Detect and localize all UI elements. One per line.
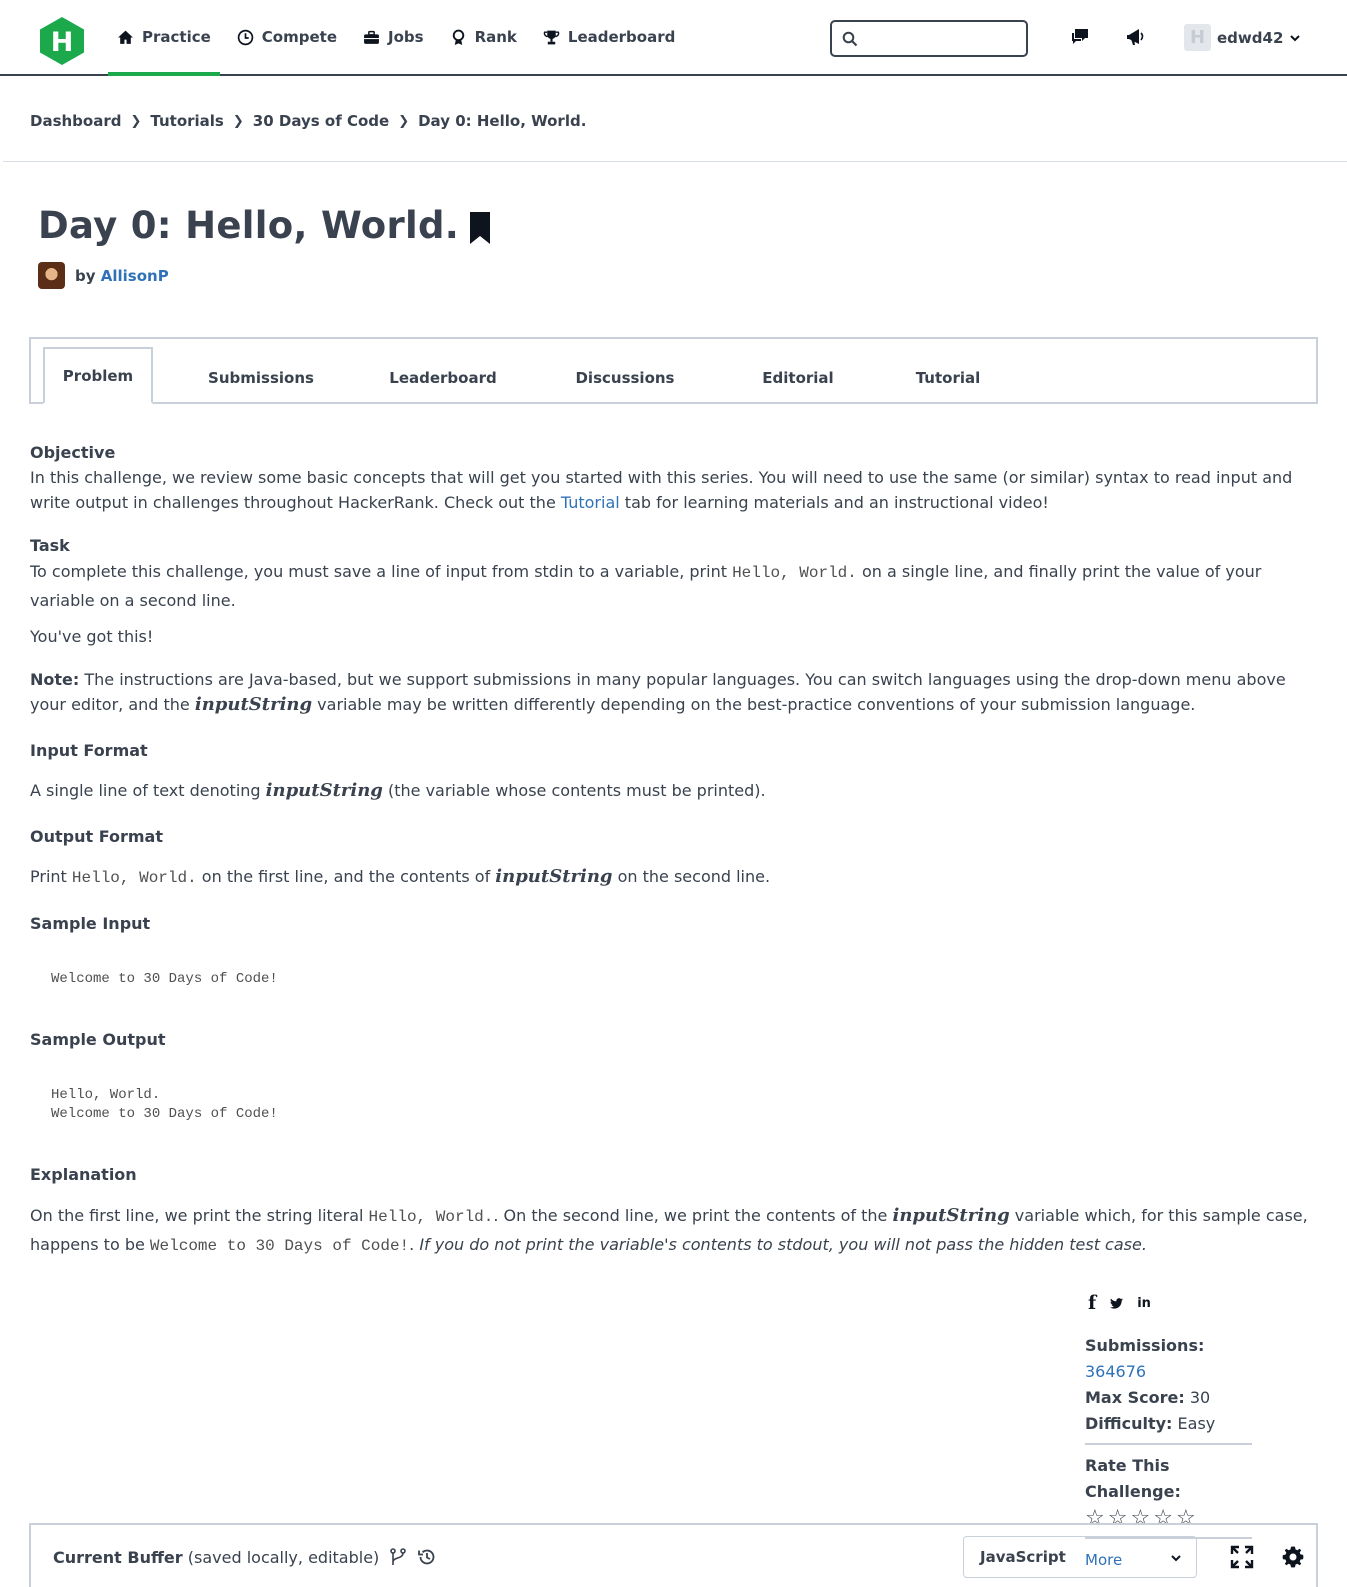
- nav-jobs-label: Jobs: [388, 28, 424, 46]
- svg-text:H: H: [51, 27, 74, 58]
- objective-heading: Objective: [30, 443, 116, 462]
- facebook-icon[interactable]: f: [1088, 1292, 1096, 1314]
- search-input[interactable]: [866, 27, 1016, 51]
- bookmark-icon[interactable]: [469, 211, 491, 245]
- difficulty-stat: Difficulty: Easy: [1085, 1414, 1216, 1433]
- input-format-heading: Input Format: [30, 741, 148, 760]
- hackerrank-logo[interactable]: H: [39, 16, 85, 66]
- author-line: by AllisonP: [38, 262, 169, 289]
- nav-jobs[interactable]: Jobs: [354, 0, 433, 74]
- breadcrumb-30-days[interactable]: 30 Days of Code: [253, 112, 389, 130]
- input-format-text: A single line of text denoting inputStri…: [30, 780, 766, 801]
- language-select[interactable]: JavaScript: [963, 1536, 1197, 1578]
- divider: [3, 161, 1347, 162]
- encouragement-text: You've got this!: [30, 627, 154, 646]
- buffer-label: Current Buffer (saved locally, editable): [53, 1547, 437, 1567]
- max-score-stat: Max Score: 30: [1085, 1388, 1211, 1407]
- task-heading: Task: [30, 536, 70, 555]
- tab-editorial[interactable]: Editorial: [743, 349, 853, 406]
- twitter-icon[interactable]: [1110, 1297, 1124, 1309]
- page-title: Day 0: Hello, World.: [38, 204, 460, 247]
- chevron-down-icon: [1290, 34, 1301, 41]
- briefcase-icon: [364, 30, 379, 44]
- breadcrumb-current: Day 0: Hello, World.: [418, 112, 587, 130]
- nav-practice[interactable]: Practice: [108, 0, 220, 76]
- top-navbar: H Practice Compete Jobs Rank Leaderboard…: [0, 0, 1347, 76]
- note-text: Note: The instructions are Java-based, b…: [30, 670, 1286, 715]
- breadcrumb-dashboard[interactable]: Dashboard: [30, 112, 121, 130]
- sample-output-heading: Sample Output: [30, 1030, 166, 1049]
- tab-submissions[interactable]: Submissions: [201, 349, 321, 406]
- challenge-tabs: Problem Submissions Leaderboard Discussi…: [29, 337, 1318, 404]
- avatar: H: [1184, 24, 1211, 51]
- medal-icon: [452, 29, 464, 45]
- nav-rank-label: Rank: [474, 28, 517, 46]
- user-menu[interactable]: H edwd42: [1184, 24, 1301, 51]
- trophy-icon: [543, 30, 560, 44]
- language-label: JavaScript: [980, 1548, 1066, 1566]
- nav-leaderboard[interactable]: Leaderboard: [534, 0, 684, 74]
- sample-output-line-2: Welcome to 30 Days of Code!: [51, 1106, 278, 1122]
- submissions-stat: Submissions: 364676: [1085, 1336, 1205, 1381]
- chevron-right-icon: ❯: [232, 113, 244, 129]
- challenge-header: Day 0: Hello, World.: [38, 204, 491, 247]
- sample-output-line-1: Hello, World.: [51, 1087, 161, 1103]
- editor-panel: Current Buffer (saved locally, editable)…: [29, 1523, 1318, 1587]
- sample-input-heading: Sample Input: [30, 914, 151, 933]
- author-avatar[interactable]: [38, 262, 65, 289]
- chevron-right-icon: ❯: [130, 113, 142, 129]
- clock-icon: [237, 29, 254, 45]
- primary-nav: Practice Compete Jobs Rank Leaderboard: [108, 0, 692, 76]
- messages-icon[interactable]: [1069, 26, 1091, 48]
- nav-leaderboard-label: Leaderboard: [567, 28, 676, 46]
- chevron-right-icon: ❯: [398, 113, 410, 129]
- nav-compete-label: Compete: [261, 28, 337, 46]
- share-links: f in: [1088, 1292, 1151, 1314]
- sample-input-code: Welcome to 30 Days of Code!: [51, 971, 278, 987]
- breadcrumb-tutorials[interactable]: Tutorials: [150, 112, 223, 130]
- explanation-heading: Explanation: [30, 1165, 137, 1184]
- task-text: To complete this challenge, you must sav…: [30, 562, 1262, 610]
- author-link[interactable]: AllisonP: [101, 267, 169, 285]
- linkedin-icon[interactable]: in: [1137, 1296, 1151, 1311]
- search-icon: [842, 31, 858, 47]
- objective-text: In this challenge, we review some basic …: [30, 468, 1293, 512]
- nav-compete[interactable]: Compete: [228, 0, 346, 74]
- notifications-icon[interactable]: [1125, 26, 1147, 48]
- breadcrumb: Dashboard ❯ Tutorials ❯ 30 Days of Code …: [30, 112, 586, 130]
- by-label: by: [75, 266, 96, 285]
- chevron-down-icon: [1171, 1555, 1181, 1562]
- fullscreen-icon[interactable]: [1230, 1545, 1254, 1569]
- home-icon: [118, 30, 133, 44]
- gear-icon[interactable]: [1281, 1545, 1305, 1569]
- divider: [1085, 1443, 1252, 1445]
- branch-icon[interactable]: [389, 1547, 407, 1567]
- tab-leaderboard[interactable]: Leaderboard: [383, 349, 503, 406]
- history-icon[interactable]: [417, 1547, 437, 1567]
- tutorial-link[interactable]: Tutorial: [561, 493, 620, 512]
- tab-tutorial[interactable]: Tutorial: [893, 349, 1003, 406]
- search-box[interactable]: [830, 20, 1028, 57]
- tab-problem[interactable]: Problem: [43, 347, 153, 404]
- nav-rank[interactable]: Rank: [441, 0, 526, 74]
- output-format-text: Print Hello, World. on the first line, a…: [30, 866, 771, 887]
- rate-label: Rate This Challenge:: [1085, 1456, 1181, 1501]
- submissions-count-link[interactable]: 364676: [1085, 1362, 1146, 1381]
- explanation-text: On the first line, we print the string l…: [30, 1205, 1308, 1255]
- tab-discussions[interactable]: Discussions: [565, 349, 685, 406]
- nav-practice-label: Practice: [142, 28, 211, 46]
- username: edwd42: [1217, 28, 1284, 47]
- output-format-heading: Output Format: [30, 827, 163, 846]
